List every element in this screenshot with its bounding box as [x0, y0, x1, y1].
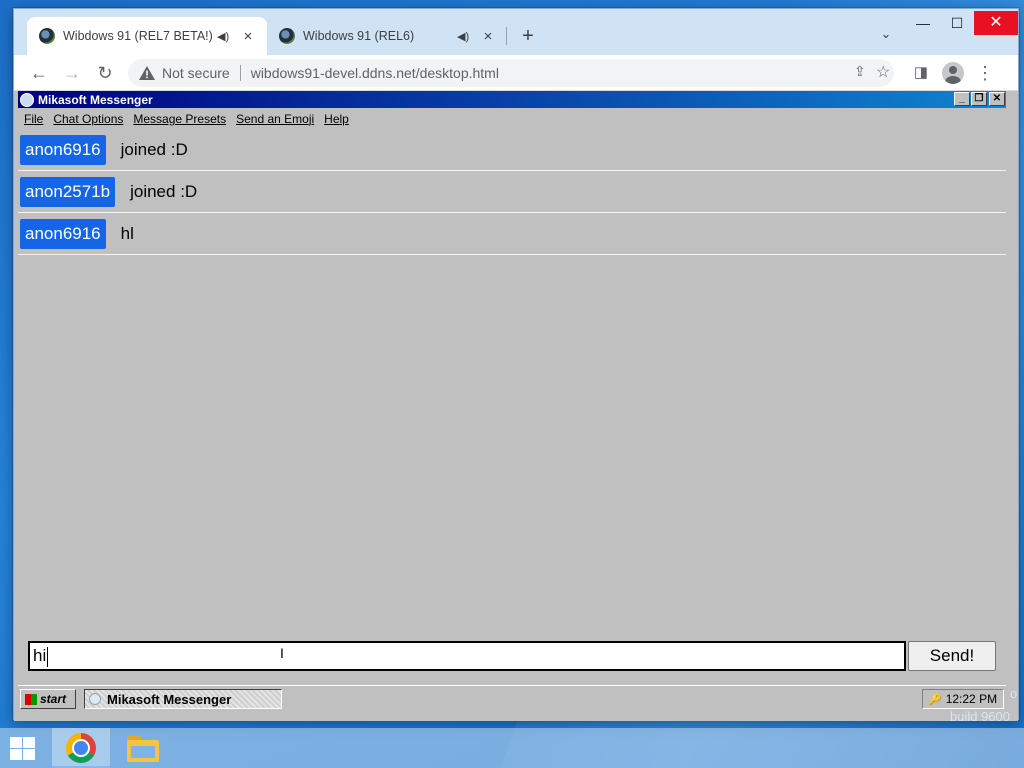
browser-window: Wibdows 91 (REL7 BETA!) ◀) × Wibdows 91 …: [13, 8, 1019, 721]
file-explorer-icon[interactable]: [127, 736, 159, 762]
system-tray: 🔑 12:22 PM: [922, 689, 1004, 709]
url-text[interactable]: wibdows91-devel.ddns.net/desktop.html: [251, 65, 499, 81]
messenger-minimize-button[interactable]: _: [954, 92, 970, 106]
chat-message: anon2571b joined :D: [18, 171, 1006, 213]
message-text: joined :D: [130, 181, 198, 201]
tab-wibdows-rel6[interactable]: Wibdows 91 (REL6) ◀) ×: [267, 17, 507, 55]
window-close-button[interactable]: ✕: [974, 11, 1018, 35]
chat-message: anon6916 hl: [18, 213, 1006, 255]
messenger-restore-button[interactable]: ❐: [971, 92, 987, 106]
security-label[interactable]: Not secure: [162, 65, 230, 81]
tab-title: Wibdows 91 (REL7 BETA!): [63, 29, 213, 43]
ibeam-cursor-icon: I: [280, 645, 284, 661]
message-input[interactable]: hi: [28, 641, 906, 671]
message-text: joined :D: [120, 139, 188, 159]
taskbar-item-label: Mikasoft Messenger: [107, 691, 232, 707]
menu-help[interactable]: Help: [324, 112, 349, 126]
tab-separator: [506, 27, 507, 45]
tab-close-icon[interactable]: ×: [239, 28, 257, 45]
profile-avatar-button[interactable]: [940, 60, 966, 86]
message-text: hl: [120, 223, 134, 243]
bookmark-star-icon[interactable]: ☆: [876, 62, 896, 82]
chrome-taskbar-button[interactable]: [52, 728, 110, 768]
wibdows-favicon-icon: [279, 28, 295, 44]
speaker-icon[interactable]: ◀): [217, 30, 233, 43]
message-compose-area: hi Send!: [18, 631, 1006, 685]
text-caret: [47, 646, 49, 667]
menu-file[interactable]: File: [24, 112, 43, 126]
messenger-app-icon: [20, 92, 34, 107]
back-button[interactable]: ←: [26, 60, 52, 86]
tray-clock: 12:22 PM: [945, 692, 998, 706]
wibdows-start-button[interactable]: start: [20, 689, 76, 709]
windows-taskbar: [0, 728, 1024, 768]
window-minimize-button[interactable]: —: [906, 11, 940, 35]
username-badge: anon2571b: [20, 176, 116, 207]
browser-menu-icon[interactable]: ⋮: [972, 60, 998, 86]
wibdows-taskbar: start Mikasoft Messenger 🔑 12:22 PM: [18, 685, 1006, 711]
message-input-value: hi: [33, 646, 47, 665]
new-tab-button[interactable]: +: [516, 25, 540, 49]
tab-search-icon[interactable]: ⌄: [876, 26, 896, 46]
web-page: Mikasoft Messenger _ ❐ ✕ File Chat Optio…: [14, 91, 1018, 721]
windows-start-icon[interactable]: [10, 737, 36, 761]
reload-button[interactable]: ↻: [92, 60, 118, 86]
browser-toolbar: ← → ↻ Not secure wibdows91-devel.ddns.ne…: [14, 55, 1018, 91]
menu-send-emoji[interactable]: Send an Emoji: [236, 112, 314, 126]
address-divider: [239, 65, 241, 81]
chat-log[interactable]: anon6916 joined :D anon2571b joined :D a…: [18, 129, 1006, 627]
chrome-icon: [66, 733, 96, 763]
tab-wibdows-rel7[interactable]: Wibdows 91 (REL7 BETA!) ◀) ×: [27, 17, 267, 55]
messenger-menubar: File Chat Options Message Presets Send a…: [18, 109, 1006, 129]
send-button[interactable]: Send!: [908, 641, 996, 671]
messenger-app-icon: [89, 693, 101, 705]
desktop-side-text: o: [1010, 686, 1018, 701]
taskbar-item-messenger[interactable]: Mikasoft Messenger: [84, 689, 282, 709]
chat-message: anon6916 joined :D: [18, 129, 1006, 171]
not-secure-warning-icon[interactable]: [138, 64, 156, 82]
menu-chat-options[interactable]: Chat Options: [53, 112, 123, 126]
messenger-title: Mikasoft Messenger: [38, 92, 153, 107]
tab-close-icon[interactable]: ×: [479, 28, 497, 45]
key-icon[interactable]: 🔑: [928, 693, 942, 706]
username-badge: anon6916: [20, 218, 106, 249]
tab-title: Wibdows 91 (REL6): [303, 29, 415, 43]
tab-strip: Wibdows 91 (REL7 BETA!) ◀) × Wibdows 91 …: [14, 9, 1018, 55]
wibdows-flag-icon: [25, 693, 37, 705]
speaker-icon[interactable]: ◀): [457, 30, 473, 43]
messenger-close-button[interactable]: ✕: [989, 92, 1005, 106]
wibdows-favicon-icon: [39, 28, 55, 44]
forward-button[interactable]: →: [59, 60, 85, 86]
menu-message-presets[interactable]: Message Presets: [133, 112, 226, 126]
desktop-build-watermark: build 9600: [950, 709, 1010, 724]
avatar: [942, 62, 964, 84]
window-maximize-button[interactable]: ☐: [940, 11, 974, 35]
side-panel-icon[interactable]: ◨: [908, 60, 934, 86]
share-icon[interactable]: ⇪: [854, 63, 874, 80]
address-bar[interactable]: Not secure wibdows91-devel.ddns.net/desk…: [128, 59, 894, 87]
messenger-titlebar[interactable]: Mikasoft Messenger _ ❐ ✕: [18, 91, 1006, 108]
start-label: start: [40, 692, 67, 706]
username-badge: anon6916: [20, 134, 106, 165]
